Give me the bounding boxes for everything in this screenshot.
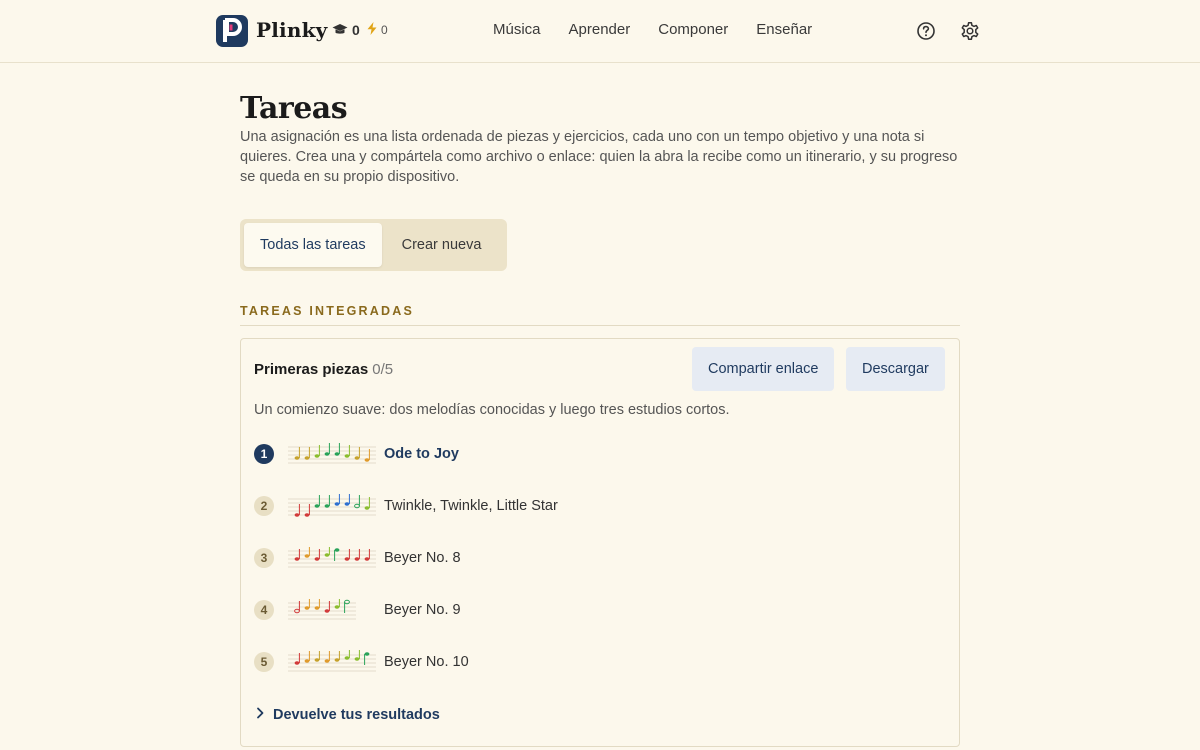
piece-name-link[interactable]: Beyer No. 8: [384, 550, 461, 566]
melody-thumbnail: [288, 494, 376, 517]
tab-all-assignments[interactable]: Todas las tareas: [244, 223, 382, 267]
graduation-cap-icon: [332, 23, 348, 38]
piece-number: 2: [254, 496, 274, 516]
courses-count: 0: [352, 22, 360, 38]
list-item[interactable]: 5 Beyer No. 10: [254, 650, 469, 674]
section-label: TAREAS INTEGRADAS: [240, 304, 414, 318]
assignment-card: Primeras piezas 0/5 Compartir enlace Desc…: [240, 338, 960, 747]
piece-name-link[interactable]: Twinkle, Twinkle, Little Star: [384, 498, 558, 514]
list-item[interactable]: 1 Ode to Joy: [254, 442, 459, 466]
help-circle-icon[interactable]: [916, 21, 936, 41]
gear-icon[interactable]: [960, 21, 980, 41]
melody-thumbnail: [288, 650, 376, 672]
tab-create-new[interactable]: Crear nueva: [386, 223, 498, 267]
nav-componer[interactable]: Componer: [658, 21, 728, 38]
list-item[interactable]: 4 Beyer No. 9: [254, 598, 461, 622]
top-bar: Plinky 0 0 Música Aprender Componer Ense…: [0, 0, 1200, 63]
piece-name-link[interactable]: Ode to Joy: [384, 446, 459, 462]
piece-number: 1: [254, 444, 274, 464]
streak-count: 0: [381, 22, 388, 37]
main-nav: Música Aprender Componer Enseñar: [493, 21, 812, 38]
nav-musica[interactable]: Música: [493, 21, 541, 38]
assignment-progress: 0/5: [372, 361, 394, 378]
piece-name-link[interactable]: Beyer No. 10: [384, 654, 469, 670]
lightning-icon: [367, 22, 377, 37]
share-link-button[interactable]: Compartir enlace: [692, 347, 835, 391]
piece-number: 3: [254, 548, 274, 568]
streak-stat: 0: [367, 22, 388, 37]
nav-ensenar[interactable]: Enseñar: [756, 21, 812, 38]
melody-thumbnail: [288, 547, 376, 568]
brand-name[interactable]: Plinky: [256, 18, 327, 42]
list-item[interactable]: 3 Beyer No. 8: [254, 546, 461, 570]
logo-glyph: [223, 18, 242, 42]
section-divider: [240, 325, 960, 326]
melody-thumbnail: [288, 599, 356, 620]
return-results-label: Devuelve tus resultados: [273, 707, 440, 723]
assignment-description: Un comienzo suave: dos melodías conocida…: [254, 402, 730, 418]
courses-stat: 0: [332, 22, 360, 38]
return-results-toggle[interactable]: Devuelve tus resultados: [255, 707, 440, 723]
chevron-right-icon: [255, 707, 265, 723]
piece-number: 4: [254, 600, 274, 620]
plinky-logo[interactable]: [216, 15, 248, 47]
assignment-title-row: Primeras piezas 0/5: [254, 361, 393, 378]
page-description: Una asignación es una lista ordenada de …: [240, 129, 958, 185]
piece-name-link[interactable]: Beyer No. 9: [384, 602, 461, 618]
assignment-title: Primeras piezas: [254, 361, 369, 378]
assignment-tabs: Todas las tareas Crear nueva: [240, 219, 507, 271]
melody-thumbnail: [288, 443, 376, 464]
piece-number: 5: [254, 652, 274, 672]
list-item[interactable]: 2 Twinkle, Twinkle, Little Star: [254, 494, 558, 518]
download-button[interactable]: Descargar: [846, 347, 945, 391]
page-title: Tareas: [240, 91, 348, 126]
nav-aprender[interactable]: Aprender: [569, 21, 631, 38]
